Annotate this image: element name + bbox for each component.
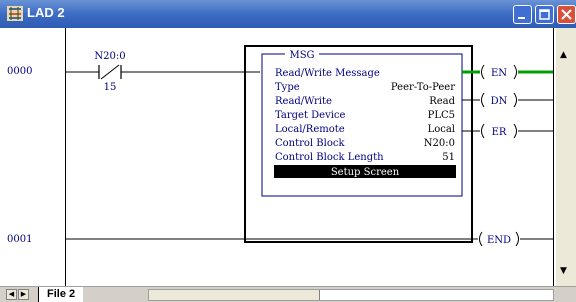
param-value-read-write: Read bbox=[429, 96, 455, 107]
tab-file-2[interactable]: File 2 bbox=[38, 287, 84, 302]
minimize-icon bbox=[518, 17, 525, 19]
param-label-control-block: Control Block bbox=[275, 138, 345, 149]
dn-coil-label: DN bbox=[491, 96, 508, 107]
param-label-control-block-length: Control Block Length bbox=[275, 152, 384, 163]
setup-screen-button[interactable]: Setup Screen bbox=[274, 165, 456, 178]
bottom-bar: ◀ ▶ File 2 bbox=[0, 286, 576, 302]
minimize-button[interactable] bbox=[513, 5, 532, 24]
maximize-button[interactable] bbox=[535, 5, 554, 24]
xio-contact-symbol[interactable] bbox=[98, 64, 122, 80]
horizontal-scrollbar[interactable] bbox=[148, 289, 554, 301]
close-icon bbox=[561, 9, 572, 20]
contact-address: N20:0 bbox=[94, 51, 125, 62]
param-value-type: Peer-To-Peer bbox=[391, 82, 455, 93]
tab-prev-icon[interactable]: ◀ bbox=[6, 289, 17, 300]
en-coil-label: EN bbox=[491, 68, 507, 79]
scroll-down-arrow-icon[interactable]: ▼ bbox=[560, 266, 567, 276]
param-label-local-remote: Local/Remote bbox=[275, 124, 345, 135]
window-title: LAD 2 bbox=[27, 5, 65, 20]
end-coil-label: END bbox=[487, 235, 511, 246]
tab-next-icon[interactable]: ▶ bbox=[18, 289, 29, 300]
horizontal-scroll-thumb[interactable] bbox=[149, 290, 320, 300]
rung-graphics: N20:0 15 MSG Read/Write Message Type Pee… bbox=[66, 45, 553, 247]
er-coil-label: ER bbox=[492, 127, 507, 138]
ladder-editor[interactable]: 0000 0001 N20:0 15 MSG Read/Write Messag… bbox=[0, 28, 556, 286]
lad-window: LAD 2 0000 0001 N20:0 15 MSG Read/Write … bbox=[0, 0, 576, 302]
er-coil[interactable]: ER bbox=[481, 123, 517, 139]
close-button[interactable] bbox=[557, 5, 576, 24]
param-value-target-device: PLC5 bbox=[428, 110, 455, 121]
en-coil[interactable]: EN bbox=[481, 64, 517, 80]
param-value-control-block-length: 51 bbox=[442, 152, 455, 163]
title-bar[interactable]: LAD 2 bbox=[0, 0, 576, 28]
tab-file-2-label: File 2 bbox=[47, 288, 76, 300]
setup-screen-label: Setup Screen bbox=[331, 167, 400, 178]
param-label-target-device: Target Device bbox=[275, 110, 346, 121]
dn-coil[interactable]: DN bbox=[481, 92, 517, 108]
vertical-scrollbar[interactable]: ▲ ▼ bbox=[556, 28, 576, 286]
param-label-type: Type bbox=[275, 82, 300, 93]
msg-title: MSG bbox=[289, 50, 314, 61]
ladder-app-icon bbox=[7, 6, 23, 21]
param-label-read-write: Read/Write bbox=[275, 96, 332, 107]
param-value-control-block: N20:0 bbox=[424, 138, 455, 149]
param-value-local-remote: Local bbox=[428, 124, 455, 135]
msg-header: Read/Write Message bbox=[275, 68, 380, 79]
scroll-up-arrow-icon[interactable]: ▲ bbox=[560, 50, 567, 60]
contact-bit: 15 bbox=[104, 82, 117, 93]
maximize-icon bbox=[539, 9, 550, 20]
end-coil[interactable]: END bbox=[479, 231, 519, 247]
